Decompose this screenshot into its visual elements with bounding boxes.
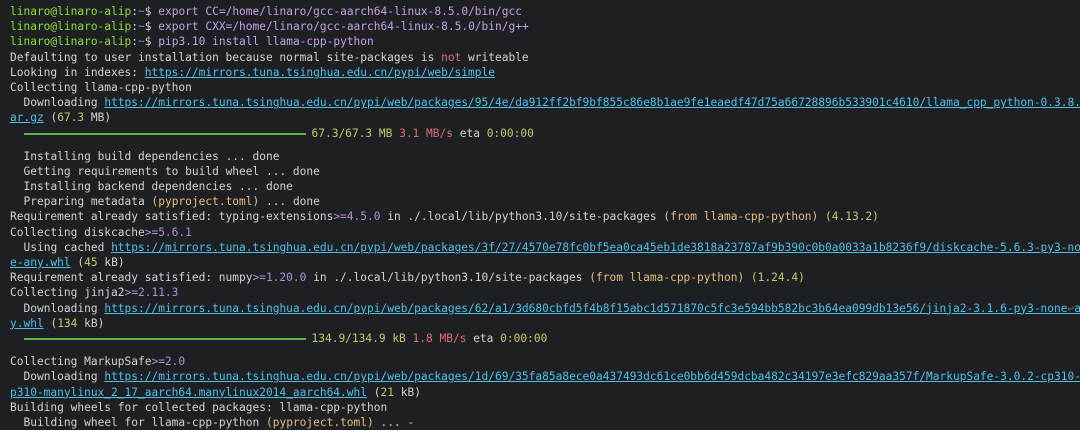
command-text: export CXX=/home/linaro/gcc-aarch64-linu… — [158, 20, 529, 34]
wrap-arrow-icon: ↩ — [1067, 301, 1074, 315]
output-line: Installing build dependencies ... done — [23, 149, 280, 163]
download-link-cont[interactable]: ar.gz — [10, 111, 44, 124]
output-line: y.whl (134 kB) — [10, 316, 105, 330]
output-line: Requirement already satisfied: typing-ex… — [10, 210, 879, 224]
output-line: Collecting diskcache>=5.6.1 — [10, 225, 192, 239]
cached-link[interactable]: https://mirrors.tuna.tsinghua.edu.cn/pyp… — [111, 241, 1080, 254]
prompt-user: linaro@linaro-alip — [10, 5, 132, 18]
wrap-arrow-icon: ↩ — [1067, 240, 1074, 254]
wrap-arrow-icon: ↩ — [1067, 370, 1074, 384]
output-line: Installing backend dependencies ... done — [23, 180, 293, 194]
output-line: Requirement already satisfied: numpy>=1.… — [10, 271, 805, 285]
output-line: Looking in indexes: https://mirrors.tuna… — [10, 65, 495, 79]
output-line: Building wheels for collected packages: … — [10, 400, 388, 414]
progress-line: 134.9/134.9 kB 1.8 MB/s eta 0:00:00 — [10, 331, 1080, 346]
command-line: linaro@linaro-alip:~$ pip3.10 install ll… — [10, 35, 374, 49]
output-line: Downloading https://mirrors.tuna.tsinghu… — [10, 301, 1080, 316]
progress-bar — [23, 337, 306, 340]
output-line: Using cached https://mirrors.tuna.tsingh… — [10, 240, 1080, 255]
wrap-arrow-icon: ↩ — [1067, 96, 1074, 110]
output-line: Collecting llama-cpp-python — [10, 80, 192, 94]
progress-line: 67.3/67.3 MB 3.1 MB/s eta 0:00:00 — [10, 126, 1080, 141]
command-line: linaro@linaro-alip:~$ export CXX=/home/l… — [10, 20, 529, 34]
download-link-cont[interactable]: p310-manylinux_2_17_aarch64.manylinux201… — [10, 386, 367, 399]
terminal-window[interactable]: linaro@linaro-alip:~$ export CC=/home/li… — [0, 0, 1080, 429]
index-link[interactable]: https://mirrors.tuna.tsinghua.edu.cn/pyp… — [145, 66, 495, 79]
output-line: Getting requirements to build wheel ... … — [23, 164, 320, 178]
output-line: Downloading https://mirrors.tuna.tsinghu… — [10, 369, 1080, 384]
command-text: pip3.10 install llama-cpp-python — [158, 35, 374, 49]
output-line: Downloading https://mirrors.tuna.tsinghu… — [10, 95, 1080, 110]
output-line: Defaulting to user installation because … — [10, 50, 529, 64]
output-line: e-any.whl (45 kB) — [10, 256, 125, 269]
output-line: Collecting jinja2>=2.11.3 — [10, 286, 179, 300]
output-line: p310-manylinux_2_17_aarch64.manylinux201… — [10, 385, 421, 399]
download-link[interactable]: https://mirrors.tuna.tsinghua.edu.cn/pyp… — [104, 302, 1080, 315]
cached-link-cont[interactable]: e-any.whl — [10, 256, 71, 269]
command-line: linaro@linaro-alip:~$ export CC=/home/li… — [10, 5, 522, 18]
output-line: Building wheel for llama-cpp-python (pyp… — [23, 415, 415, 429]
download-link[interactable]: https://mirrors.tuna.tsinghua.edu.cn/pyp… — [104, 96, 1080, 109]
output-line: Preparing metadata (pyproject.toml) ... … — [23, 195, 320, 209]
download-link[interactable]: https://mirrors.tuna.tsinghua.edu.cn/pyp… — [104, 370, 1080, 383]
progress-bar — [23, 132, 306, 135]
command-text: export CC=/home/linaro/gcc-aarch64-linux… — [158, 5, 522, 18]
download-link-cont[interactable]: y.whl — [10, 317, 44, 330]
output-line: ar.gz (67.3 MB) — [10, 111, 112, 125]
output-line: Collecting MarkupSafe>=2.0 — [10, 355, 186, 369]
